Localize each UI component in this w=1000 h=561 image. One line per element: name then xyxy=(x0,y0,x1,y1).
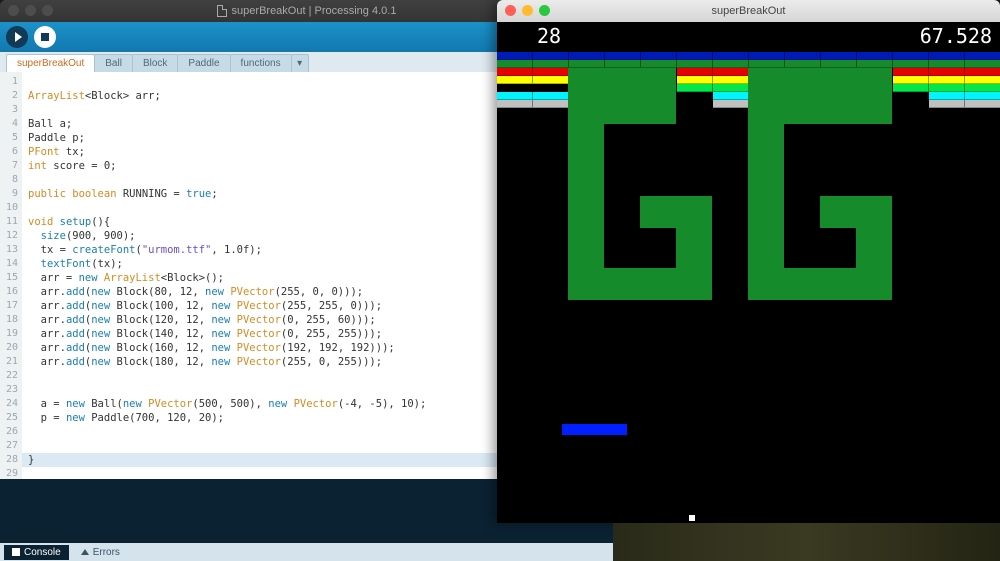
score-display: 28 xyxy=(537,24,561,48)
window-controls[interactable] xyxy=(505,5,550,16)
minimize-icon[interactable] xyxy=(522,5,533,16)
tab-dropdown[interactable]: ▾ xyxy=(291,54,309,72)
warning-icon xyxy=(81,549,89,555)
ball xyxy=(689,515,695,521)
run-button[interactable] xyxy=(6,26,28,48)
tab-ball[interactable]: Ball xyxy=(94,54,133,72)
tab-functions[interactable]: functions xyxy=(230,54,292,72)
desktop-background xyxy=(613,523,1000,561)
zoom-icon[interactable] xyxy=(539,5,550,16)
window-controls[interactable] xyxy=(8,5,53,16)
line-gutter: 1234567891011121314151617181920212223242… xyxy=(0,72,22,479)
close-icon[interactable] xyxy=(8,5,19,16)
game-titlebar: superBreakOut xyxy=(497,0,1000,22)
stop-button[interactable] xyxy=(34,26,56,48)
close-icon[interactable] xyxy=(505,5,516,16)
footer-tab-console[interactable]: Console xyxy=(4,545,69,560)
document-icon xyxy=(217,5,227,17)
code-editor[interactable]: ArrayList<Block> arr; Ball a; Paddle p; … xyxy=(22,72,613,479)
footer-tab-errors[interactable]: Errors xyxy=(73,545,128,560)
minimize-icon[interactable] xyxy=(25,5,36,16)
ide-title: superBreakOut | Processing 4.0.1 xyxy=(232,5,397,17)
zoom-icon[interactable] xyxy=(42,5,53,16)
editor-area[interactable]: 1234567891011121314151617181920212223242… xyxy=(0,72,613,479)
tab-superbreakout[interactable]: superBreakOut xyxy=(6,54,95,72)
ide-footer: Console Errors xyxy=(0,543,613,561)
timer-display: 67.528 xyxy=(920,24,992,48)
processing-ide-window: superBreakOut | Processing 4.0.1 superBr… xyxy=(0,0,613,561)
game-title: superBreakOut xyxy=(712,5,786,17)
tab-block[interactable]: Block xyxy=(132,54,178,72)
tab-paddle[interactable]: Paddle xyxy=(177,54,230,72)
console-icon xyxy=(12,548,20,556)
